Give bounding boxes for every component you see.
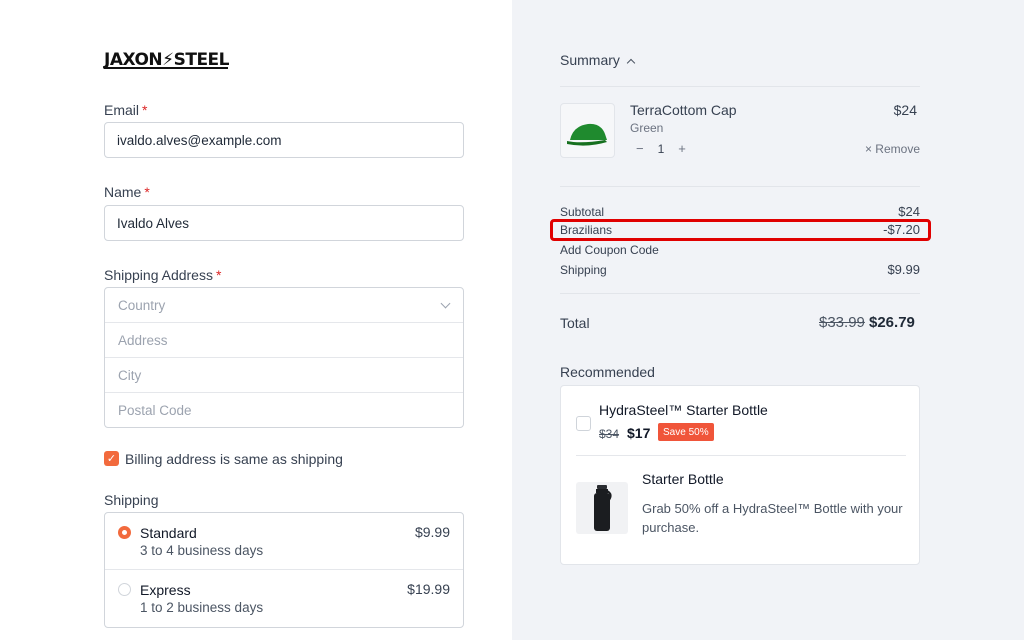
summary-toggle[interactable]: Summary xyxy=(560,52,636,68)
divider xyxy=(560,186,920,187)
billing-same-checkbox[interactable]: ✓ xyxy=(104,451,119,466)
total-price: $26.79 xyxy=(869,314,915,331)
subtotal-value: $24 xyxy=(898,204,920,219)
billing-same-label: Billing address is same as shipping xyxy=(125,451,343,467)
recommended-price: $17 xyxy=(627,425,651,441)
total-original-price: $33.99 xyxy=(819,314,865,331)
divider xyxy=(576,455,906,456)
shipping-option-name: Express xyxy=(140,582,191,598)
product-variant: Green xyxy=(630,121,664,135)
name-label: Name * xyxy=(104,184,150,200)
discount-highlight-box xyxy=(550,219,931,241)
shipping-option-time: 1 to 2 business days xyxy=(140,600,264,615)
total-label: Total xyxy=(560,315,590,331)
divider xyxy=(560,293,920,294)
add-coupon-link[interactable]: Add Coupon Code xyxy=(560,243,659,257)
shipping-option-standard[interactable]: Standard 3 to 4 business days $9.99 xyxy=(105,513,463,570)
shipping-option-price: $9.99 xyxy=(414,524,450,540)
email-field[interactable]: ivaldo.alves@example.com xyxy=(104,122,464,158)
quantity-stepper: − 1 + xyxy=(636,141,686,156)
cap-thumbnail xyxy=(560,103,615,158)
subtotal-label: Subtotal xyxy=(560,205,605,219)
recommended-old-price: $34 xyxy=(599,427,620,441)
decrease-qty-button[interactable]: − xyxy=(636,141,644,156)
divider xyxy=(560,86,920,87)
save-badge: Save 50% xyxy=(658,423,714,441)
shipping-option-time: 3 to 4 business days xyxy=(140,543,264,558)
postal-code-input[interactable]: Postal Code xyxy=(105,393,463,428)
qty-value: 1 xyxy=(657,141,665,156)
chevron-down-icon xyxy=(440,298,451,309)
address-input[interactable]: Address xyxy=(105,323,463,358)
checkmark-icon: ✓ xyxy=(106,453,117,465)
shipping-address-group: Country Address City Postal Code xyxy=(104,287,464,428)
shipping-option-price: $19.99 xyxy=(407,581,450,597)
shipping-options: Standard 3 to 4 business days $9.99 Expr… xyxy=(104,512,464,628)
shipping-value: $9.99 xyxy=(887,262,920,277)
add-recommended-checkbox[interactable] xyxy=(576,416,591,431)
logo-underline xyxy=(104,67,228,69)
shipping-option-express[interactable]: Express 1 to 2 business days $19.99 xyxy=(105,570,463,627)
promo-title: Starter Bottle xyxy=(642,471,724,487)
radio-unselected-icon[interactable] xyxy=(118,583,131,596)
radio-selected-icon[interactable] xyxy=(118,526,131,539)
chevron-up-icon xyxy=(626,58,636,68)
bottle-thumbnail xyxy=(576,482,628,534)
recommended-card: HydraSteel™ Starter Bottle $34 $17 Save … xyxy=(560,385,920,565)
remove-item-button[interactable]: × Remove xyxy=(865,142,920,156)
promo-description: Grab 50% off a HydraSteel™ Bottle with y… xyxy=(642,501,903,535)
product-name: TerraCottom Cap xyxy=(630,102,737,118)
recommended-product-name: HydraSteel™ Starter Bottle xyxy=(599,402,768,418)
shipping-address-label: Shipping Address * xyxy=(104,267,222,283)
shipping-option-name: Standard xyxy=(140,525,197,541)
shipping-label: Shipping xyxy=(560,263,607,277)
checkout-form-panel: JAXON⚡STEEL Email * ivaldo.alves@example.… xyxy=(0,0,512,640)
country-select[interactable]: Country xyxy=(105,288,463,323)
city-input[interactable]: City xyxy=(105,358,463,393)
recommended-title: Recommended xyxy=(560,364,655,380)
product-price: $24 xyxy=(893,102,917,118)
name-field[interactable]: Ivaldo Alves xyxy=(104,205,464,241)
shipping-method-label: Shipping xyxy=(104,492,159,508)
increase-qty-button[interactable]: + xyxy=(678,141,686,156)
email-label: Email * xyxy=(104,102,148,118)
